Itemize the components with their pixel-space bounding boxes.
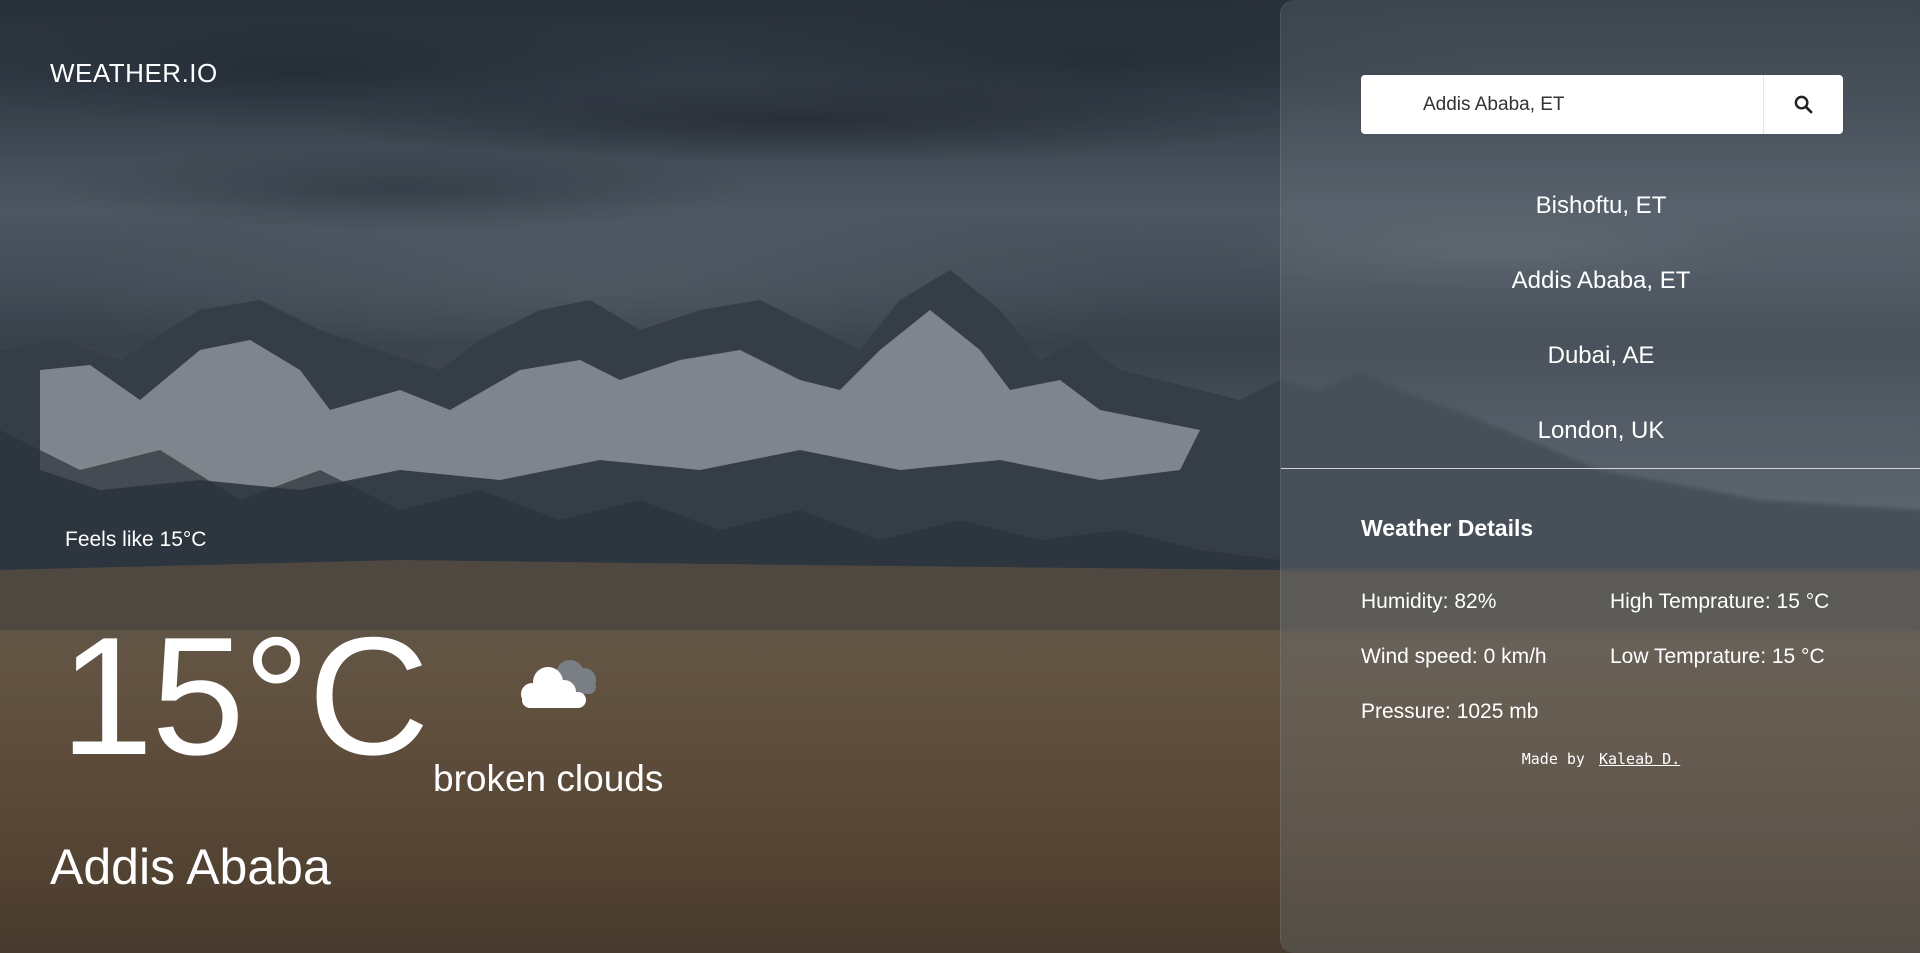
current-temperature: 15°C [60,602,429,790]
recent-location-addis-ababa[interactable]: Addis Ababa, ET [1281,243,1920,318]
city-name: Addis Ababa [50,839,331,895]
weather-details-title: Weather Details [1361,515,1534,541]
search-button[interactable] [1763,75,1843,134]
panel-divider [1281,468,1920,469]
feels-like-text: Feels like 15°C [65,528,207,551]
weather-condition: broken clouds [433,758,664,799]
author-link[interactable]: Kaleab D. [1599,750,1680,768]
footer-credit: Made by Kaleab D. [1281,750,1920,768]
search-bar [1361,75,1843,134]
search-icon [1794,95,1813,114]
pressure-value: Pressure: 1025 mb [1361,700,1539,723]
app-logo: WEATHER.IO [50,58,218,88]
wind-speed-value: Wind speed: 0 km/h [1361,645,1547,668]
low-temperature-value: Low Temprature: 15 °C [1610,645,1825,668]
high-temperature-value: High Temprature: 15 °C [1610,590,1830,613]
side-panel: Bishoftu, ET Addis Ababa, ET Dubai, AE L… [1280,0,1920,953]
search-input[interactable] [1361,75,1761,134]
recent-location-dubai[interactable]: Dubai, AE [1281,318,1920,393]
made-by-label: Made by [1521,750,1585,768]
recent-location-bishoftu[interactable]: Bishoftu, ET [1281,168,1920,243]
recent-location-london[interactable]: London, UK [1281,393,1920,468]
recent-locations-list: Bishoftu, ET Addis Ababa, ET Dubai, AE L… [1281,168,1920,468]
broken-clouds-icon [521,660,596,708]
humidity-value: Humidity: 82% [1361,590,1497,613]
